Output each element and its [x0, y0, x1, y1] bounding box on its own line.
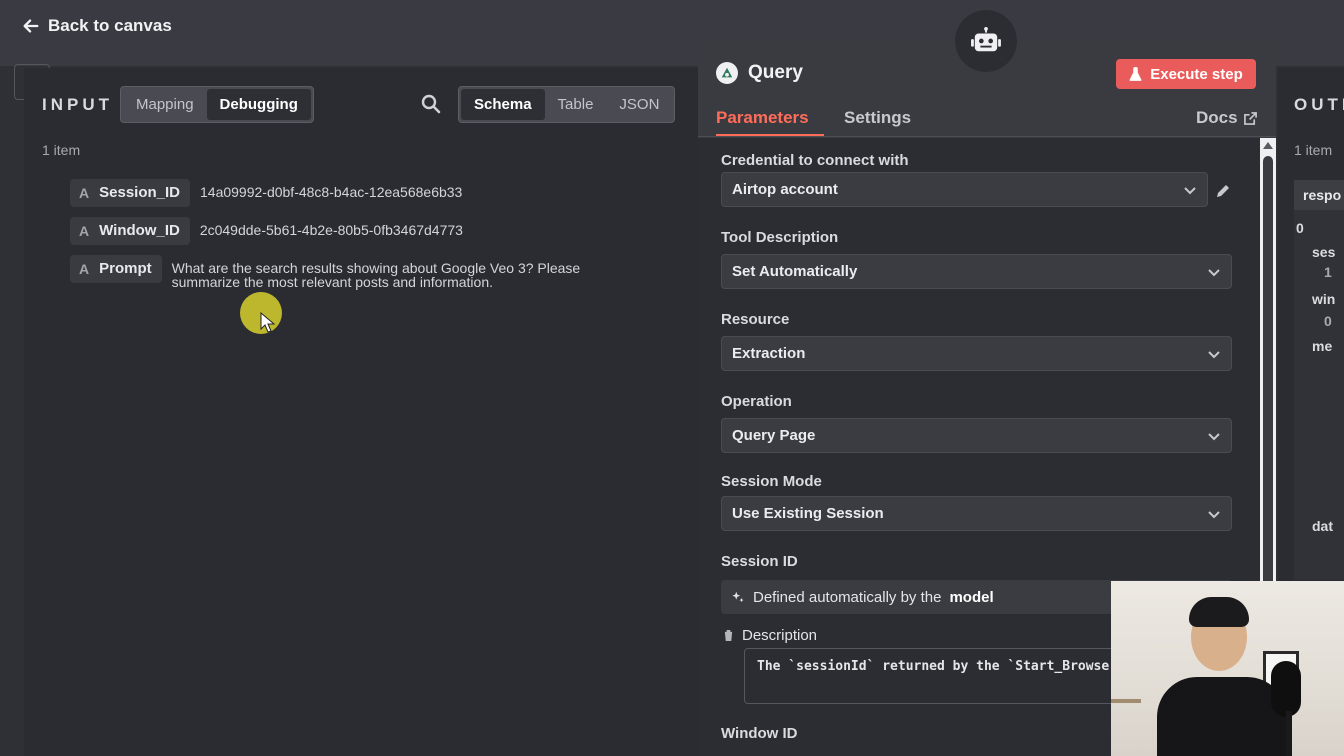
operation-label: Operation — [721, 393, 792, 410]
resource-label: Resource — [721, 311, 790, 328]
webcam-person-body — [1157, 677, 1287, 756]
chevron-down-icon — [1208, 432, 1220, 440]
field-name: Window_ID — [99, 222, 180, 239]
external-link-icon — [1243, 111, 1257, 125]
operation-value: Query Page — [732, 427, 816, 444]
webcam-overlay — [1111, 581, 1344, 756]
field-name: Prompt — [99, 260, 152, 277]
tab-parameters[interactable]: Parameters — [716, 108, 809, 128]
node-title[interactable]: Query — [748, 62, 803, 84]
search-icon[interactable] — [421, 94, 441, 114]
window-id-label: Window ID — [721, 725, 798, 742]
output-table-header: respo — [1294, 180, 1344, 210]
session-id-label: Session ID — [721, 553, 798, 570]
credential-value: Airtop account — [732, 181, 838, 198]
operation-select[interactable]: Query Page — [721, 418, 1232, 453]
auto-text: Defined automatically by the — [753, 588, 942, 606]
field-pill[interactable]: A Session_ID — [70, 179, 190, 207]
input-item-count: 1 item — [42, 142, 81, 158]
view-option-table[interactable]: Table — [545, 89, 607, 120]
field-name: Session_ID — [99, 184, 180, 201]
field-value: What are the search results showing abou… — [171, 260, 581, 290]
chevron-down-icon — [1184, 186, 1196, 194]
tool-description-value: Set Automatically — [732, 263, 858, 280]
schema-field: A Session_ID 14a09992-d0bf-48c8-b4ac-12e… — [70, 179, 462, 207]
output-item-count: 1 item — [1294, 142, 1333, 158]
input-title: INPUT — [42, 95, 113, 114]
session-mode-label: Session Mode — [721, 473, 822, 490]
schema-field: A Window_ID 2c049dde-5b61-4b2e-80b5-0fb3… — [70, 217, 463, 245]
webcam-shelf — [1111, 699, 1141, 703]
string-type-icon: A — [79, 222, 90, 239]
sparkles-icon — [732, 591, 744, 603]
execute-step-label: Execute step — [1150, 65, 1243, 83]
field-pill[interactable]: A Prompt — [70, 255, 162, 283]
session-mode-value: Use Existing Session — [732, 505, 884, 522]
field-value: 2c049dde-5b61-4b2e-80b5-0fb3467d4773 — [199, 222, 463, 238]
tab-settings[interactable]: Settings — [844, 108, 911, 128]
session-mode-select[interactable]: Use Existing Session — [721, 496, 1232, 531]
output-value: 0 — [1324, 313, 1332, 329]
credential-label: Credential to connect with — [721, 152, 909, 169]
mouse-pointer-icon — [260, 312, 276, 333]
scroll-thumb[interactable] — [1263, 156, 1273, 586]
back-label: Back to canvas — [48, 16, 172, 35]
view-option-json[interactable]: JSON — [606, 89, 672, 120]
chevron-down-icon — [1208, 268, 1220, 276]
tool-description-select[interactable]: Set Automatically — [721, 254, 1232, 289]
docs-label: Docs — [1196, 108, 1238, 127]
docs-link[interactable]: Docs — [1196, 108, 1257, 128]
flask-icon — [1129, 66, 1142, 81]
schema-field: A Prompt What are the search results sho… — [70, 255, 622, 289]
view-toggle: Schema Table JSON — [458, 86, 676, 123]
resource-value: Extraction — [732, 345, 806, 362]
resource-select[interactable]: Extraction — [721, 336, 1232, 371]
mode-option-mapping[interactable]: Mapping — [123, 89, 207, 120]
tool-description-label: Tool Description — [721, 229, 839, 246]
chevron-down-icon — [1208, 350, 1220, 358]
output-key[interactable]: me — [1312, 338, 1332, 354]
robot-icon — [955, 10, 1017, 72]
node-header: Query — [716, 62, 803, 84]
microphone-icon — [1271, 661, 1301, 717]
airtop-logo-icon — [716, 62, 738, 84]
output-key[interactable]: ses — [1312, 244, 1335, 260]
description-row: Description — [723, 627, 817, 644]
view-option-schema[interactable]: Schema — [461, 89, 545, 120]
field-pill[interactable]: A Window_ID — [70, 217, 190, 245]
microphone-arm — [1286, 711, 1292, 756]
output-index: 0 — [1296, 220, 1304, 236]
back-to-canvas-link[interactable]: Back to canvas — [22, 16, 172, 36]
description-label: Description — [742, 627, 818, 644]
mode-toggle: Mapping Debugging — [120, 86, 314, 123]
arrow-left-icon — [23, 19, 39, 33]
field-value: 14a09992-d0bf-48c8-b4ac-12ea568e6b33 — [200, 184, 463, 200]
auto-text-model: model — [949, 588, 994, 606]
output-value: 1 — [1324, 264, 1332, 280]
tabs-divider — [698, 136, 1276, 137]
webcam-person-hair — [1189, 597, 1249, 627]
chevron-down-icon — [1208, 510, 1220, 518]
trash-icon[interactable] — [723, 629, 734, 642]
string-type-icon: A — [79, 184, 90, 201]
string-type-icon: A — [79, 260, 90, 277]
output-key[interactable]: win — [1312, 291, 1335, 307]
credential-select[interactable]: Airtop account — [721, 172, 1208, 207]
output-table: respo 0 ses 1 win 0 me dat — [1294, 180, 1344, 580]
output-key[interactable]: dat — [1312, 518, 1333, 534]
pencil-icon[interactable] — [1214, 182, 1232, 200]
output-title: OUTPUT — [1294, 95, 1344, 114]
execute-step-button[interactable]: Execute step — [1116, 59, 1256, 89]
input-panel: INPUT Mapping Debugging Schema Table JSO… — [24, 68, 700, 756]
scroll-up-arrow-icon[interactable] — [1263, 142, 1273, 149]
mode-option-debugging[interactable]: Debugging — [206, 89, 311, 120]
